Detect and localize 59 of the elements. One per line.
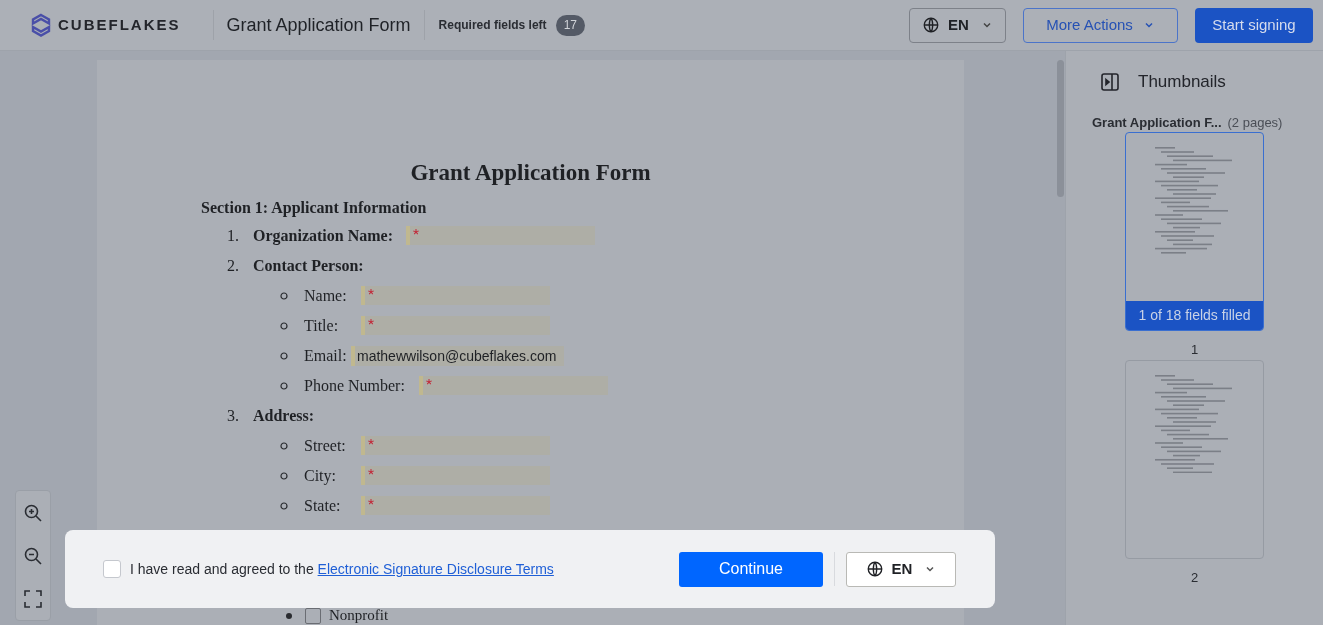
input-field[interactable] [406,226,595,245]
input-field[interactable] [361,316,550,335]
page-thumbnail[interactable] [1125,359,1264,559]
fullscreen-icon[interactable] [24,590,42,609]
input-field[interactable] [361,286,550,305]
list-number: 1. [227,225,240,246]
page-count: (2 pages) [1227,113,1283,132]
globe-icon [865,560,884,578]
input-field[interactable] [361,466,550,485]
bullet-icon [280,291,288,300]
field-label: Name: [304,285,347,306]
page-number: 1 [1190,341,1199,359]
input-field[interactable] [418,376,608,395]
language-dropdown[interactable]: EN [846,551,956,587]
bullet-icon [280,381,288,390]
document-title: Grant Application Form [226,13,411,37]
input-field[interactable] [361,496,550,515]
continue-button[interactable]: Continue [679,551,823,587]
field-label: City: [304,465,337,487]
globe-icon [922,16,941,34]
more-actions-button[interactable]: More Actions [1023,7,1178,43]
bullet-icon [280,501,288,510]
page-thumbnail[interactable]: 1 of 18 fields filled [1125,132,1264,331]
list-number: 3. [227,405,240,426]
field-label: State: [304,495,342,516]
required-count-badge: 17 [555,14,585,36]
field-label: Address: [253,405,315,426]
required-fields-label: Required fields left [438,17,547,34]
field-label: Email: [304,345,347,366]
bullet-icon [280,321,288,330]
bullet-icon [285,611,293,620]
logo-icon [30,13,52,37]
bullet-icon [280,351,288,360]
consent-text: I have read and agreed to the Electronic Signature Disclosure Terms [130,559,554,579]
filled-input-field[interactable]: mathewwilson@cubeflakes.com [351,345,564,366]
bullet-icon [280,441,288,450]
input-field[interactable] [361,436,550,455]
field-label: Title: [304,315,340,336]
terms-link[interactable]: Electronic Signature Disclosure Terms [317,560,554,577]
file-name: Grant Application F... [1092,113,1222,132]
field-label: Organization Name: [253,225,393,247]
field-label: Street: [304,435,347,456]
bullet-icon [280,471,288,480]
checkbox[interactable] [103,560,121,578]
document-heading: Grant Application Form [409,159,652,187]
zoom-out-icon[interactable] [23,546,43,567]
language-dropdown[interactable]: EN [909,7,1006,43]
field-label: Phone Number: [304,375,405,396]
list-number: 2. [227,255,240,276]
field-label: Contact Person: [253,255,364,276]
option-label: Nonprofit [329,606,389,625]
start-signing-button[interactable]: Start signing [1195,7,1313,43]
panel-title: Thumbnails [1138,71,1226,93]
panel-toggle-icon [1100,71,1120,92]
logo-text: CUBEFLAKES [58,14,181,35]
page-number: 2 [1190,568,1199,587]
section-heading: Section 1: Applicant Information [201,197,428,219]
zoom-in-icon[interactable] [23,502,43,523]
fields-filled-status: 1 of 18 fields filled [1126,301,1263,330]
